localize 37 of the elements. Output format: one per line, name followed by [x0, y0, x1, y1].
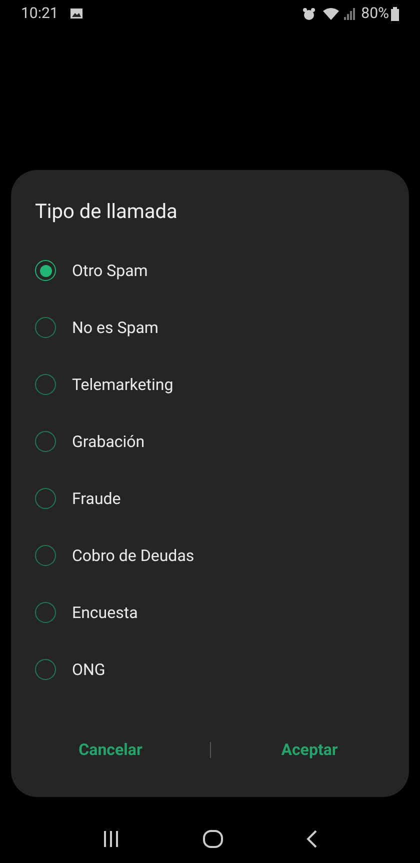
radio-button[interactable] [35, 659, 56, 680]
radio-option[interactable]: Cobro de Deudas [35, 527, 385, 584]
radio-button[interactable] [35, 488, 56, 509]
radio-button[interactable] [35, 602, 56, 623]
dialog-title: Tipo de llamada [35, 198, 178, 225]
back-icon[interactable] [306, 830, 318, 848]
radio-option[interactable]: Grabación [35, 413, 385, 470]
radio-button[interactable] [35, 260, 56, 281]
alarm-icon [302, 6, 316, 20]
radio-button[interactable] [35, 317, 56, 338]
option-label: Encuesta [72, 602, 138, 624]
option-label: Otro Spam [72, 260, 148, 282]
radio-button[interactable] [35, 431, 56, 452]
radio-option[interactable]: Encuesta [35, 584, 385, 641]
option-label: Telemarketing [72, 374, 174, 396]
radio-option[interactable]: ONG [35, 641, 385, 698]
wifi-icon [322, 7, 340, 20]
status-time: 10:21 [21, 3, 58, 24]
dialog-button[interactable]: Cancelar [70, 730, 150, 770]
radio-option[interactable]: No es Spam [35, 299, 385, 356]
battery-icon [391, 6, 399, 20]
option-label: Cobro de Deudas [72, 544, 194, 566]
radio-button[interactable] [35, 545, 56, 566]
radio-option[interactable]: Fraude [35, 470, 385, 527]
home-icon[interactable] [202, 830, 223, 848]
recents-icon[interactable] [102, 830, 120, 848]
dialog-button[interactable]: Aceptar [273, 730, 346, 770]
battery-percent: 80% [361, 3, 389, 24]
option-label: Grabación [72, 430, 145, 452]
radio-option[interactable]: Telemarketing [35, 356, 385, 413]
option-label: ONG [72, 658, 106, 680]
image-icon [70, 8, 84, 19]
option-label: No es Spam [72, 316, 158, 338]
signal-icon [344, 8, 356, 20]
radio-option[interactable]: Otro Spam [35, 242, 385, 299]
radio-button[interactable] [35, 374, 56, 395]
option-label: Fraude [72, 488, 121, 510]
